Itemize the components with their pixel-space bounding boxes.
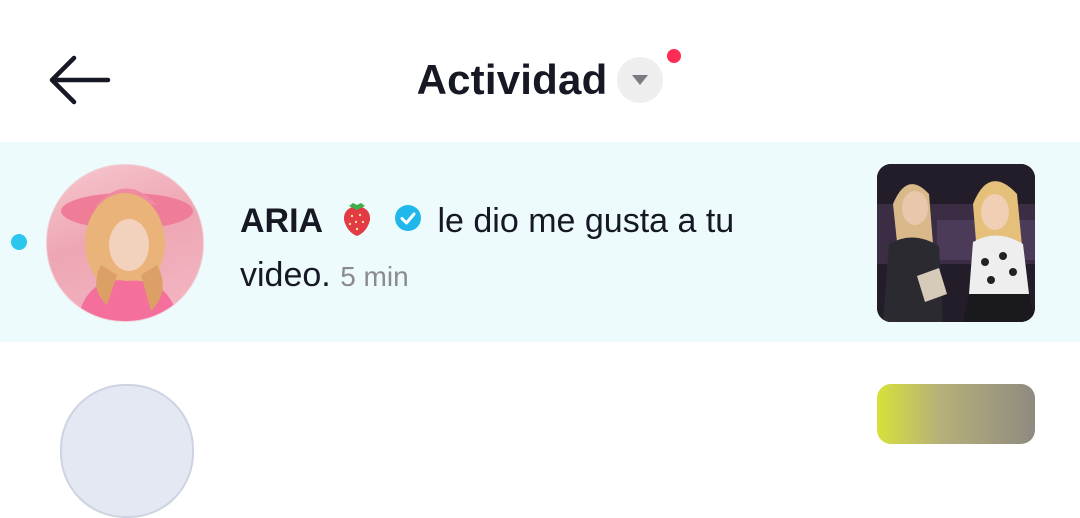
page-title: Actividad bbox=[416, 56, 608, 103]
unread-indicator bbox=[11, 234, 27, 250]
new-activity-dot bbox=[667, 49, 682, 63]
username[interactable]: ARIA bbox=[240, 202, 323, 240]
timestamp: 5 min bbox=[340, 261, 409, 292]
profile-photo bbox=[61, 188, 193, 321]
notification-row[interactable]: ARIA le dio me gusta a tu video. 5 min bbox=[0, 142, 1080, 342]
video-thumbnail[interactable] bbox=[877, 164, 1035, 322]
header: Actividad bbox=[0, 0, 1080, 142]
video-thumbnail[interactable] bbox=[877, 384, 1035, 444]
video-thumbnail-image bbox=[877, 164, 1035, 322]
activity-filter-dropdown[interactable] bbox=[617, 49, 682, 103]
activity-list: ARIA le dio me gusta a tu video. 5 min bbox=[0, 142, 1080, 518]
message-text-continued: video. bbox=[240, 256, 331, 294]
avatar[interactable] bbox=[46, 164, 204, 322]
message-text: le dio me gusta a tu bbox=[437, 202, 735, 240]
notification-text: ARIA le dio me gusta a tu video. 5 min bbox=[240, 194, 840, 304]
avatar[interactable] bbox=[60, 384, 194, 518]
notification-row[interactable] bbox=[0, 342, 1080, 518]
triangle-down-icon bbox=[632, 75, 649, 85]
strawberry-icon bbox=[343, 203, 370, 236]
verified-badge-icon bbox=[395, 205, 422, 231]
